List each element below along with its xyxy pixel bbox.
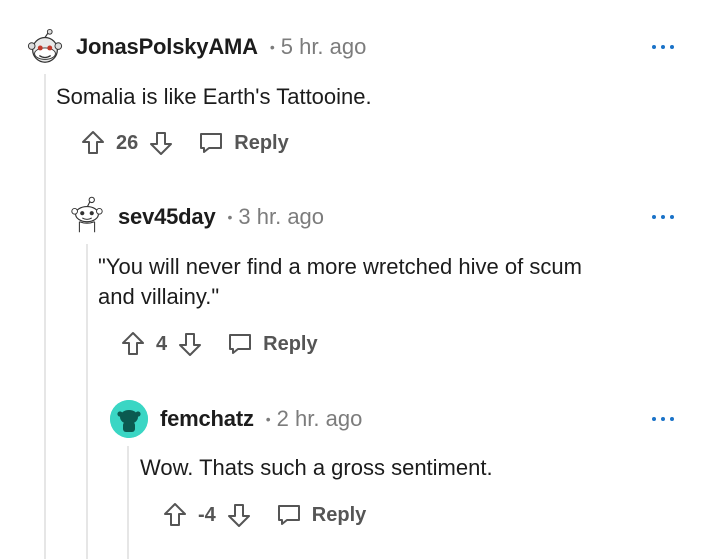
username[interactable]: femchatz xyxy=(160,406,254,432)
comment-timestamp[interactable]: 5 hr. ago xyxy=(281,34,367,60)
meta-separator: • xyxy=(265,411,271,427)
comment-header: JonasPolskyAMA • 5 hr. ago xyxy=(26,27,366,67)
downvote-icon[interactable] xyxy=(177,330,203,358)
comment-actions: 4 Reply xyxy=(120,328,318,360)
comment-body: "You will never find a more wretched hiv… xyxy=(98,252,582,312)
comment-bubble-icon xyxy=(229,334,252,354)
comment-body-line: "You will never find a more wretched hiv… xyxy=(98,254,582,279)
comment-body-line: and villainy." xyxy=(98,284,220,309)
vote-score: -4 xyxy=(198,503,216,526)
comment-bubble-icon xyxy=(200,133,223,153)
more-options-icon[interactable] xyxy=(652,416,674,422)
username[interactable]: sev45day xyxy=(118,204,216,230)
reddit-snoo-avatar-icon[interactable] xyxy=(68,196,106,236)
comment-header: femchatz • 2 hr. ago xyxy=(110,399,362,439)
vote-score: 4 xyxy=(156,332,168,355)
comment-actions: 26 Reply xyxy=(80,127,289,159)
comment-timestamp[interactable]: 2 hr. ago xyxy=(277,406,363,432)
downvote-icon[interactable] xyxy=(148,129,174,157)
more-options-icon[interactable] xyxy=(652,44,674,50)
downvote-icon[interactable] xyxy=(226,501,252,529)
reply-label: Reply xyxy=(263,332,318,355)
vote-score: 26 xyxy=(116,131,139,154)
meta-separator: • xyxy=(269,39,275,55)
reply-label: Reply xyxy=(234,131,289,154)
upvote-icon[interactable] xyxy=(120,330,146,358)
upvote-icon[interactable] xyxy=(80,129,106,157)
comment-timestamp[interactable]: 3 hr. ago xyxy=(238,204,324,230)
comment-body: Somalia is like Earth's Tattooine. xyxy=(56,84,372,109)
comment-body: Wow. Thats such a gross sentiment. xyxy=(140,455,493,480)
reply-label: Reply xyxy=(311,503,367,526)
reply-button[interactable]: Reply xyxy=(227,331,318,357)
upvote-icon[interactable] xyxy=(162,501,188,529)
comment-thread: JonasPolskyAMA • 5 hr. ago Somalia is li… xyxy=(0,0,720,559)
thread-line-level-3[interactable] xyxy=(127,446,129,559)
username[interactable]: JonasPolskyAMA xyxy=(76,34,258,60)
more-options-icon[interactable] xyxy=(652,214,674,220)
reddit-snoo-avatar-icon[interactable] xyxy=(110,400,148,438)
thread-line-level-2[interactable] xyxy=(86,244,88,559)
comment-header: sev45day • 3 hr. ago xyxy=(68,196,324,237)
thread-line-level-1[interactable] xyxy=(44,74,46,559)
comment-actions: -4 Reply xyxy=(162,499,366,531)
comment-bubble-icon xyxy=(277,505,300,525)
reply-button[interactable]: Reply xyxy=(276,502,366,528)
meta-separator: • xyxy=(227,209,233,225)
reply-button[interactable]: Reply xyxy=(198,130,289,156)
reddit-snoo-avatar-icon[interactable] xyxy=(26,28,64,66)
